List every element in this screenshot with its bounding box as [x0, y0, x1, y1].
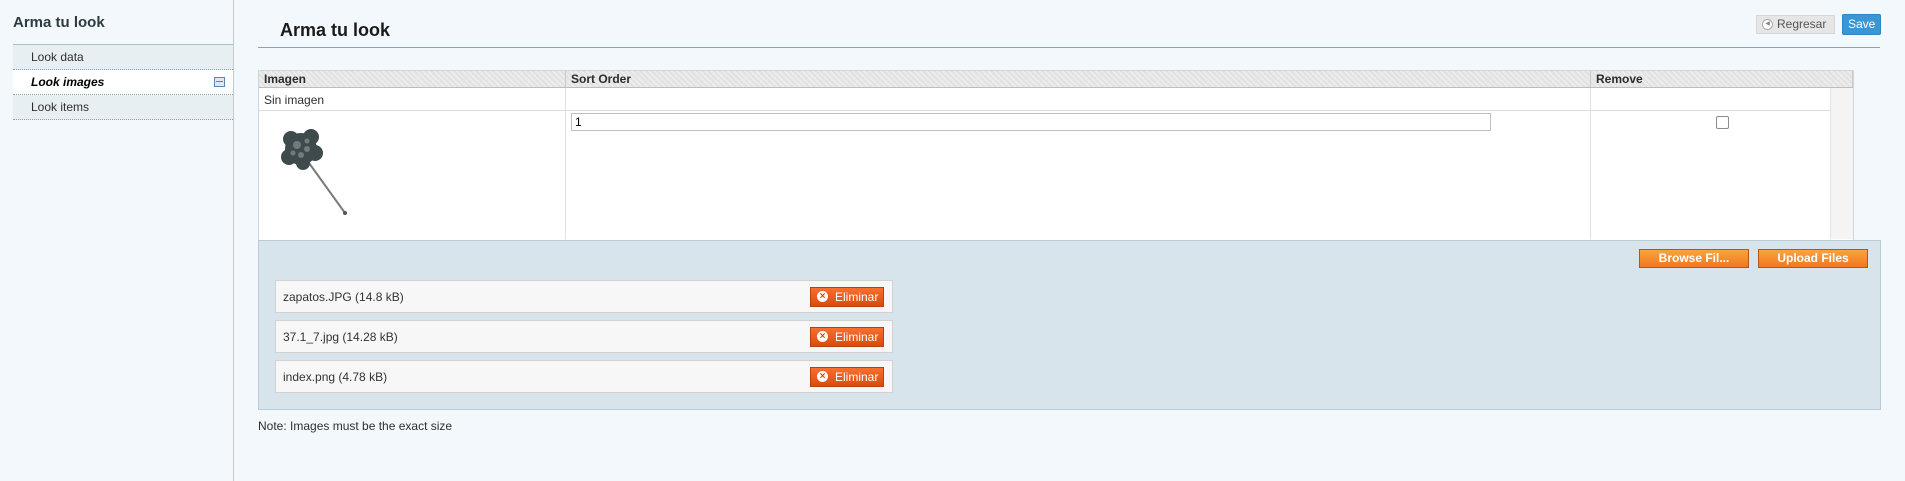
close-circle-icon: × [817, 331, 828, 342]
tab-look-data[interactable]: Look data [13, 45, 233, 70]
file-name: zapatos.JPG (14.8 kB) [283, 290, 404, 304]
sidebar-tabs: Look data Look images Look items [13, 44, 233, 120]
page-title: Arma tu look [280, 20, 391, 40]
column-header-remove: Remove [1591, 71, 1853, 87]
column-header-imagen: Imagen [259, 71, 566, 87]
no-image-text: Sin imagen [264, 93, 325, 107]
sort-order-input[interactable] [571, 113, 1491, 131]
delete-label: Eliminar [835, 290, 879, 304]
imagen-cell [259, 111, 566, 239]
back-label: Regresar [1777, 17, 1827, 31]
back-arrow-icon: ◀ [1762, 19, 1773, 30]
back-button[interactable]: ◀ Regresar [1756, 15, 1836, 34]
tab-look-images[interactable]: Look images [13, 70, 233, 95]
close-circle-icon: × [817, 371, 828, 382]
sort-cell [566, 88, 1591, 110]
lapel-pin-thumbnail [281, 129, 347, 215]
file-item: index.png (4.78 kB) × Eliminar [275, 360, 893, 393]
delete-file-button[interactable]: × Eliminar [810, 327, 884, 347]
upload-files-button[interactable]: Upload Files [1758, 249, 1868, 268]
upload-panel: Browse Fil... Upload Files zapatos.JPG (… [258, 240, 1881, 410]
remove-cell [1591, 88, 1853, 110]
delete-file-button[interactable]: × Eliminar [810, 287, 884, 307]
tab-label: Look images [31, 75, 105, 89]
images-grid: Imagen Sort Order Remove Sin imagen [258, 70, 1854, 241]
remove-cell [1591, 111, 1853, 239]
save-button[interactable]: Save [1842, 14, 1882, 35]
header-divider [258, 47, 1880, 48]
delete-label: Eliminar [835, 370, 879, 384]
remove-checkbox[interactable] [1716, 116, 1729, 129]
table-row [259, 111, 1853, 239]
close-circle-icon: × [817, 291, 828, 302]
file-name: index.png (4.78 kB) [283, 370, 388, 384]
file-item: 37.1_7.jpg (14.28 kB) × Eliminar [275, 320, 893, 353]
sort-cell [566, 111, 1591, 239]
tab-look-items[interactable]: Look items [13, 95, 233, 120]
size-note: Note: Images must be the exact size [258, 419, 453, 433]
grid-header: Imagen Sort Order Remove [259, 71, 1853, 88]
table-row: Sin imagen [259, 88, 1853, 111]
sidebar: Arma tu look Look data Look images Look … [0, 0, 234, 481]
sidebar-title: Arma tu look [13, 14, 105, 31]
column-header-sort-order: Sort Order [566, 71, 1591, 87]
delete-label: Eliminar [835, 330, 879, 344]
imagen-cell: Sin imagen [259, 88, 566, 110]
file-item: zapatos.JPG (14.8 kB) × Eliminar [275, 280, 893, 313]
file-name: 37.1_7.jpg (14.28 kB) [283, 330, 398, 344]
delete-file-button[interactable]: × Eliminar [810, 367, 884, 387]
browse-files-button[interactable]: Browse Fil... [1639, 249, 1749, 268]
grid-scrollbar[interactable] [1830, 88, 1853, 239]
changed-icon [214, 77, 225, 87]
